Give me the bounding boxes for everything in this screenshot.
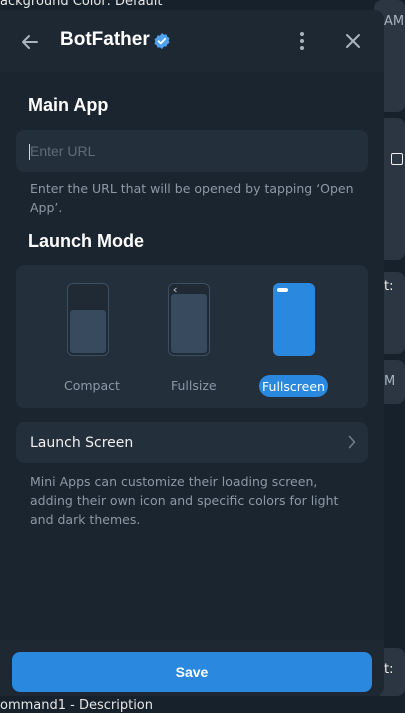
- bot-settings-panel: BotFather Main App Enter the URL that wi…: [0, 10, 384, 696]
- background-text-fragment: t:: [384, 279, 394, 294]
- compact-phone-icon: [67, 283, 109, 356]
- launch-mode-fullsize[interactable]: Fullsize: [146, 265, 236, 408]
- url-input-container[interactable]: [16, 130, 368, 172]
- panel-footer: Save: [0, 640, 384, 696]
- launch-mode-heading: Launch Mode: [28, 231, 144, 251]
- url-input[interactable]: [30, 143, 354, 159]
- chevron-right-icon: [348, 435, 356, 449]
- page-title: BotFather: [60, 29, 150, 50]
- more-vertical-icon: [300, 32, 304, 50]
- background-time-fragment: AM: [384, 14, 405, 29]
- background-chat-text-top: ackground Color: Default: [0, 0, 163, 9]
- background-text-fragment: t:: [384, 662, 394, 677]
- launch-screen-button[interactable]: Launch Screen: [16, 422, 368, 463]
- text-caret: [29, 144, 30, 160]
- panel-header: BotFather: [0, 10, 384, 72]
- launch-mode-label: Compact: [64, 378, 120, 393]
- more-options-button[interactable]: [290, 27, 314, 55]
- save-button[interactable]: Save: [12, 652, 372, 692]
- close-button[interactable]: [339, 27, 367, 55]
- launch-screen-label: Launch Screen: [30, 434, 134, 451]
- fullsize-phone-icon: [168, 283, 210, 356]
- background-checkbox-icon: [391, 153, 403, 165]
- launch-mode-label: Fullsize: [171, 378, 217, 393]
- back-button[interactable]: [16, 28, 44, 56]
- launch-mode-compact[interactable]: Compact: [36, 265, 140, 408]
- launch-screen-description: Mini Apps can customize their loading sc…: [30, 474, 339, 527]
- arrow-left-icon: [22, 35, 38, 49]
- main-app-heading: Main App: [28, 95, 109, 115]
- fullscreen-phone-icon: [273, 283, 315, 356]
- launch-mode-selected-badge[interactable]: Fullscreen: [259, 375, 328, 397]
- close-icon: [346, 34, 360, 48]
- launch-mode-selector: Compact Fullsize Fullscreen: [16, 265, 368, 408]
- background-chat-text-bottom: ommand1 - Description: [0, 698, 154, 713]
- background-time-fragment: M: [384, 374, 396, 389]
- url-hint: Enter the URL that will be opened by tap…: [30, 181, 354, 215]
- verified-badge-icon: [154, 33, 170, 49]
